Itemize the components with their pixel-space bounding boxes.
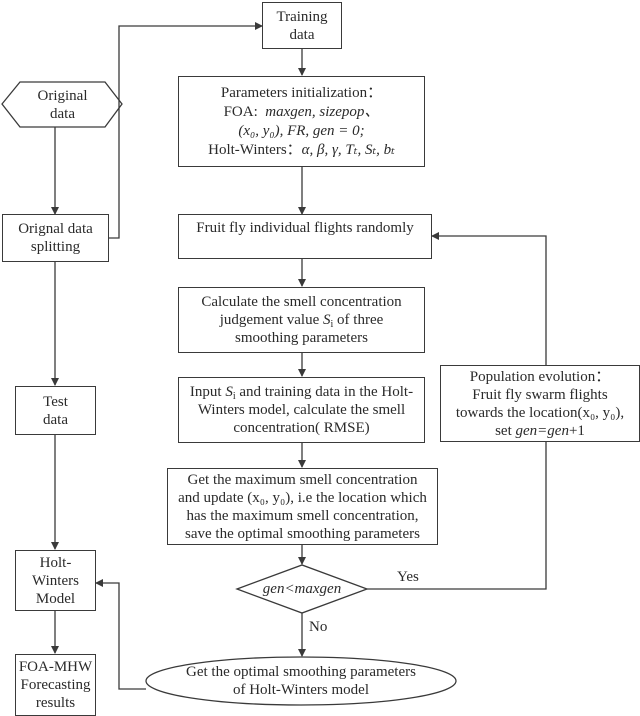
- node-text: concentration( RMSE): [233, 420, 370, 436]
- var-s: S: [225, 384, 233, 400]
- hw-params: α, β, γ, Tₜ, Sₜ, bₜ: [301, 141, 395, 158]
- text-fragment: and training data in the Holt-: [235, 384, 414, 400]
- node-text: of Holt-Winters model: [232, 682, 370, 698]
- edge-label-no: No: [309, 619, 328, 635]
- node-text: Fruit fly swarm flights: [472, 386, 608, 403]
- population-evolution-node: Population evolution： Fruit fly swarm fl…: [440, 365, 640, 442]
- get-maximum-node: Get the maximum smell concentration and …: [167, 468, 438, 545]
- node-text: towards the location(x₀, y₀),: [455, 404, 625, 421]
- edge-population-to-fly: [431, 232, 547, 366]
- foa-params-2: (x₀, y₀), FR, gen = 0;: [238, 122, 365, 139]
- decision-node: gen<maxgen: [252, 578, 352, 600]
- node-text: Get the maximum smell concentration: [187, 471, 418, 488]
- input-si-node: Input Si and training data in the Holt- …: [178, 377, 425, 443]
- node-text: Winters model, calculate the smell: [197, 402, 406, 418]
- node-text: Model: [35, 590, 76, 607]
- node-text: Orignal data: [18, 221, 93, 237]
- node-text: data: [50, 106, 75, 122]
- node-text: Fruit fly individual flights randomly: [196, 220, 414, 236]
- text-fragment: of three: [333, 312, 384, 328]
- get-optimal-node: Get the optimal smoothing parameters of …: [150, 662, 452, 700]
- text-fragment: +1: [568, 422, 585, 439]
- node-text: Holt-: [39, 554, 72, 571]
- node-text: Get the optimal smoothing parameters: [186, 664, 416, 680]
- node-text: splitting: [30, 239, 81, 255]
- node-text-line2: judgement value Si of three: [219, 311, 384, 330]
- params-title: Parameters initialization：: [220, 84, 383, 101]
- training-data-node: Training data: [262, 2, 342, 49]
- node-text: save the optimal smoothing parameters: [185, 525, 420, 542]
- foa-mhw-results-node: FOA-MHW Forecasting results: [15, 654, 96, 716]
- hw-params-line: Holt-Winters：α, β, γ, Tₜ, Sₜ, bₜ: [208, 141, 395, 160]
- foa-params-line-2: (x₀, y₀), FR, gen = 0;: [238, 122, 364, 141]
- node-text-line1: Input Si and training data in the Holt-: [189, 383, 414, 402]
- node-text: Calculate the smell concentration: [201, 294, 402, 310]
- foa-prefix: FOA:: [223, 103, 258, 120]
- var-gen: gen=gen: [515, 422, 569, 439]
- var-s: S: [323, 312, 331, 328]
- node-text: results: [35, 695, 76, 711]
- node-text: Winters: [32, 572, 79, 589]
- orignal-data-splitting-node: Orignal data splitting: [2, 214, 109, 262]
- edge-optimal-to-hw: [95, 579, 146, 690]
- foa-params: maxgen, sizepop、: [265, 103, 380, 120]
- node-text: smoothing parameters: [235, 330, 368, 346]
- text-fragment: judgement value: [219, 312, 324, 328]
- test-data-node: Test data: [15, 386, 96, 435]
- original-data-node: Original data: [20, 84, 105, 126]
- node-text: Test: [43, 393, 68, 410]
- node-text: Original: [37, 88, 88, 104]
- holt-winters-model-node: Holt- Winters Model: [15, 550, 96, 611]
- text-fragment: Input: [189, 384, 226, 400]
- text-fragment: set: [495, 422, 516, 439]
- node-text-line4: set gen=gen+1: [495, 422, 585, 440]
- foa-params-line: FOA: maxgen, sizepop、: [224, 103, 380, 122]
- node-text: data: [43, 411, 68, 428]
- node-text: and update (x₀, y₀), i.e the location wh…: [178, 489, 427, 506]
- decision-text: gen<maxgen: [262, 581, 342, 597]
- edge-label-yes: Yes: [397, 569, 419, 585]
- node-text: has the maximum smell concentration,: [186, 507, 419, 524]
- calc-judgement-node: Calculate the smell concentration judgem…: [178, 287, 425, 353]
- node-text: Training: [276, 8, 328, 25]
- node-text: FOA-MHW: [18, 659, 93, 675]
- node-text: Population evolution：: [469, 368, 611, 385]
- fly-randomly-node: Fruit fly individual flights randomly: [178, 214, 432, 259]
- parameters-init-node: Parameters initialization： FOA: maxgen, …: [178, 76, 425, 167]
- hw-prefix: Holt-Winters：: [208, 141, 302, 158]
- node-text: data: [289, 26, 315, 43]
- node-text: Forecasting: [20, 677, 91, 693]
